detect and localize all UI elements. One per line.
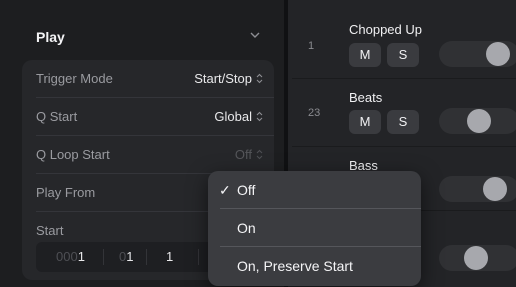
field-separator — [146, 249, 147, 265]
updown-icon — [256, 149, 263, 160]
menu-item-label: On, Preserve Start — [237, 258, 353, 274]
param-row-trigger-mode[interactable]: Trigger Mode Start/Stop — [22, 60, 274, 98]
mute-button[interactable]: M — [349, 110, 381, 134]
menu-item-label: On — [237, 220, 256, 236]
volume-knob[interactable] — [483, 177, 508, 201]
menu-item-on-preserve-start[interactable]: On, Preserve Start — [208, 247, 421, 285]
track-name: Beats — [349, 90, 383, 105]
track-number: 23 — [308, 107, 321, 119]
check-icon: ✓ — [219, 182, 231, 198]
param-value: Off — [234, 147, 252, 162]
param-label: Q Loop Start — [36, 147, 110, 162]
updown-icon — [256, 73, 263, 84]
menu-item-off[interactable]: ✓ Off — [208, 171, 421, 209]
track-row[interactable]: 1 Chopped Up M S — [292, 0, 516, 78]
menu-item-on[interactable]: On — [208, 209, 421, 247]
param-label: Trigger Mode — [36, 71, 113, 86]
play-section-header[interactable]: Play — [22, 10, 274, 60]
param-label: Start — [36, 223, 64, 238]
param-row-q-loop-start[interactable]: Q Loop Start Off — [22, 136, 274, 174]
start-field-bar[interactable]: 0001 — [56, 249, 85, 264]
volume-knob[interactable] — [467, 109, 491, 133]
track-name: Chopped Up — [349, 22, 422, 37]
chevron-down-icon — [250, 32, 260, 38]
volume-slider[interactable] — [439, 108, 516, 134]
volume-knob[interactable] — [485, 42, 510, 66]
start-field-division[interactable]: 1 — [166, 249, 173, 264]
param-value: Start/Stop — [194, 71, 252, 86]
start-field-beat[interactable]: 01 — [119, 249, 133, 264]
volume-knob[interactable] — [464, 246, 489, 270]
section-title: Play — [36, 29, 65, 45]
field-separator — [103, 249, 104, 265]
param-label: Q Start — [36, 109, 78, 124]
updown-icon — [256, 111, 263, 122]
play-from-popup-menu: ✓ Off On On, Preserve Start — [208, 171, 421, 286]
mute-button[interactable]: M — [349, 43, 381, 67]
solo-button[interactable]: S — [387, 43, 419, 67]
field-separator — [198, 249, 199, 265]
solo-button[interactable]: S — [387, 110, 419, 134]
param-label: Play From — [36, 185, 96, 200]
volume-slider[interactable] — [439, 41, 516, 67]
volume-slider[interactable] — [439, 245, 516, 271]
volume-slider[interactable] — [439, 176, 516, 202]
menu-item-label: Off — [237, 182, 256, 198]
track-row[interactable]: 23 Beats M S — [292, 79, 516, 146]
param-value: Global — [214, 109, 252, 124]
track-number: 1 — [308, 40, 315, 52]
param-row-q-start[interactable]: Q Start Global — [22, 98, 274, 136]
